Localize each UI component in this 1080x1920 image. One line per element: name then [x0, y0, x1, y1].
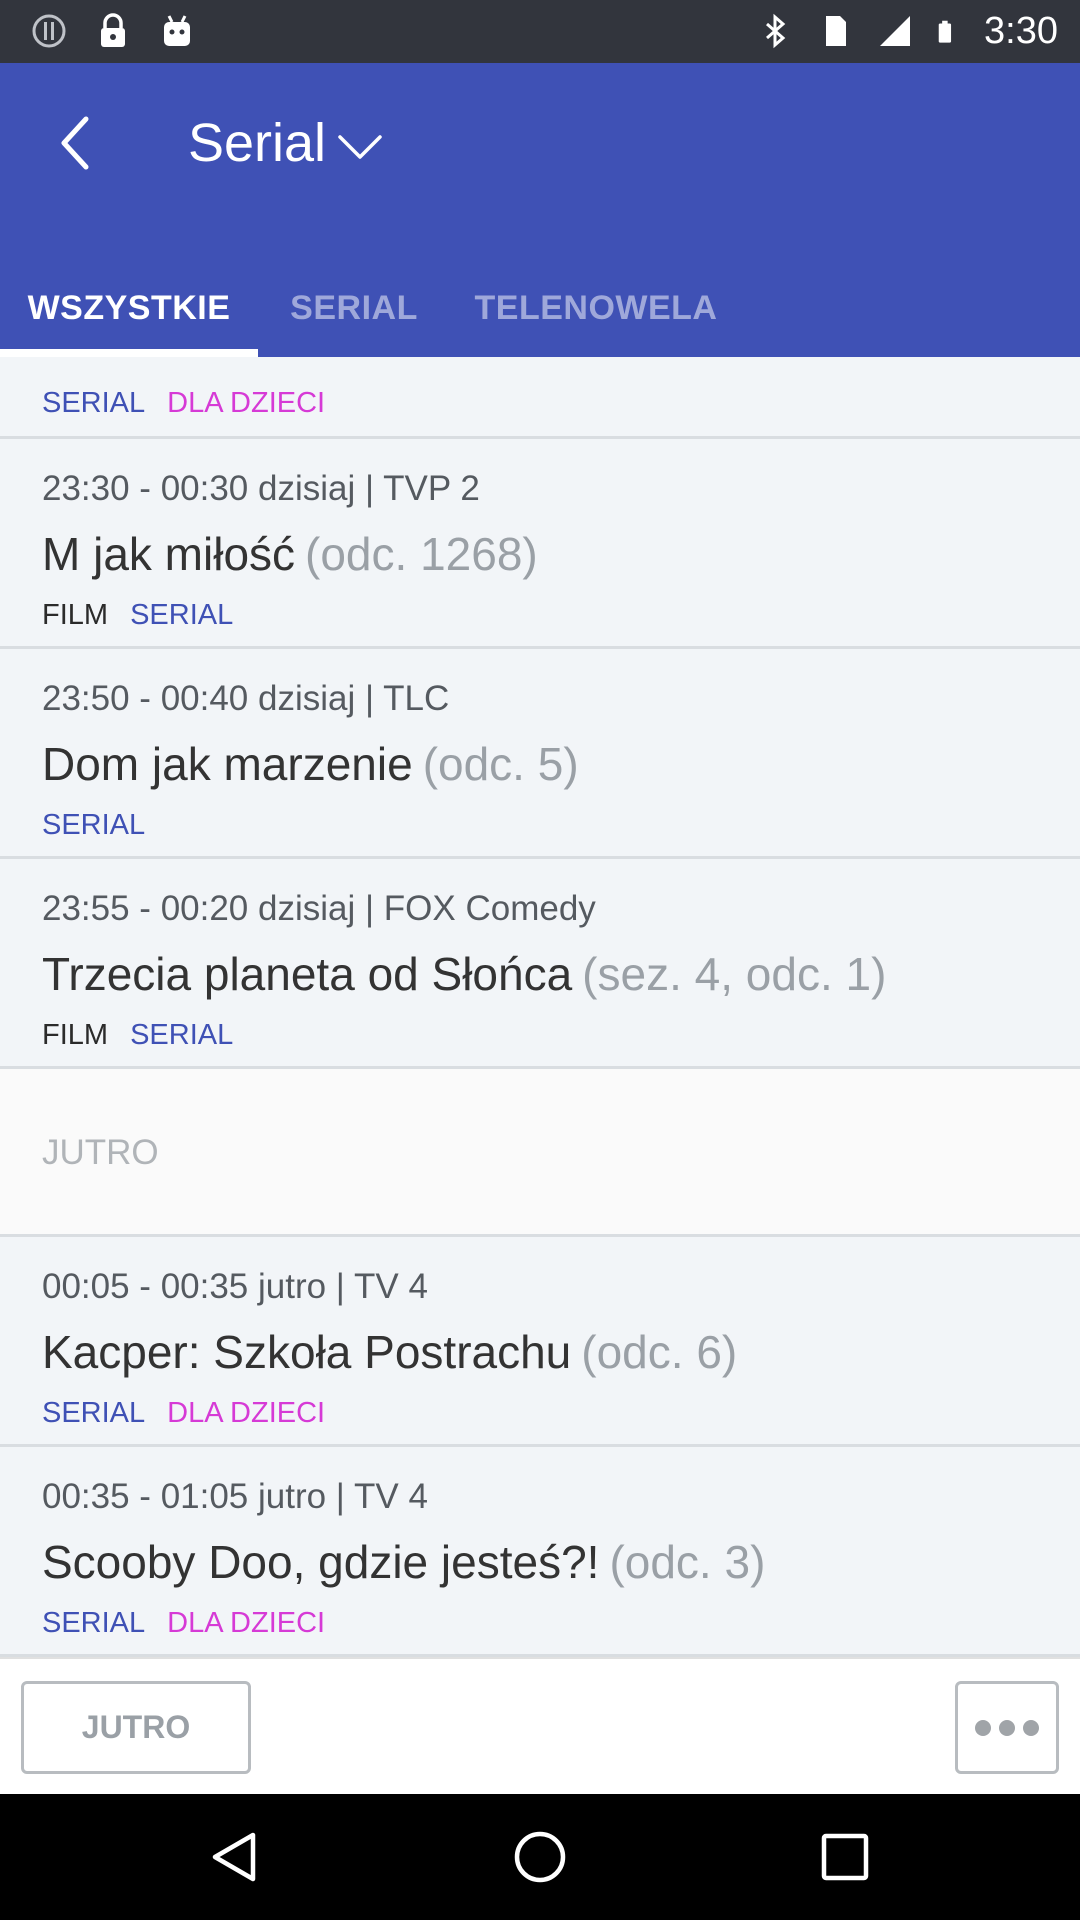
list-item[interactable]: 23:55 - 00:20 dzisiaj | FOX Comedy Trzec… — [0, 859, 1080, 1069]
program-title: Trzecia planeta od Słońca — [42, 948, 573, 1000]
more-horizontal-icon-dot — [999, 1719, 1015, 1736]
tag-dla-dzieci: DLA DZIECI — [167, 1397, 326, 1429]
program-episode: (odc. 6) — [581, 1326, 738, 1378]
program-title-line: Trzecia planeta od Słońca (sez. 4, odc. 1… — [42, 947, 886, 1001]
tag-serial: SERIAL — [42, 1397, 146, 1429]
bluetooth-icon — [766, 13, 786, 49]
tag-dla-dzieci: DLA DZIECI — [167, 387, 326, 419]
status-bar: 3:30 — [0, 0, 1080, 63]
chevron-down-icon — [338, 135, 382, 159]
status-bar-right: 3:30 — [756, 8, 1058, 54]
recents-square-icon — [821, 1833, 869, 1881]
program-episode: (odc. 1268) — [305, 528, 538, 580]
program-episode: (sez. 4, odc. 1) — [582, 948, 887, 1000]
app-bar: Serial WSZYSTKIE SERIAL TELENOWELA — [0, 63, 1080, 357]
system-nav-bar — [0, 1794, 1080, 1920]
alert-icon — [32, 14, 66, 48]
lock-icon — [101, 13, 125, 47]
tag-list: SERIAL DLA DZIECI — [42, 1607, 325, 1640]
more-button[interactable] — [955, 1681, 1059, 1774]
more-horizontal-icon — [975, 1719, 991, 1736]
program-title-line: Kacper: Szkoła Postrachu (odc. 6) — [42, 1325, 737, 1379]
tag-serial: SERIAL — [42, 1607, 146, 1639]
back-button[interactable] — [44, 103, 104, 183]
program-title: M jak miłość — [42, 528, 296, 580]
signal-icon — [880, 16, 911, 46]
tag-serial: SERIAL — [42, 809, 146, 841]
tag-list: SERIAL DLA DZIECI — [42, 1397, 325, 1430]
list-item[interactable]: 23:50 - 00:40 dzisiaj | TLC Dom jak marz… — [0, 649, 1080, 859]
nav-back-button[interactable] — [200, 1822, 270, 1892]
list-item[interactable]: 00:05 - 00:35 jutro | TV 4 Kacper: Szkoł… — [0, 1237, 1080, 1447]
program-title-line: M jak miłość (odc. 1268) — [42, 527, 538, 581]
program-time-channel: 00:35 - 01:05 jutro | TV 4 — [42, 1477, 428, 1516]
jutro-button[interactable]: JUTRO — [21, 1681, 251, 1774]
program-time-channel: 23:55 - 00:20 dzisiaj | FOX Comedy — [42, 889, 596, 928]
list-item[interactable]: 23:30 - 00:30 dzisiaj | TVP 2 M jak miło… — [0, 439, 1080, 649]
program-episode: (odc. 3) — [609, 1536, 766, 1588]
program-time-channel: 23:30 - 00:30 dzisiaj | TVP 2 — [42, 469, 480, 508]
section-header-jutro: JUTRO — [0, 1069, 1080, 1237]
program-title-line: Dom jak marzenie (odc. 5) — [42, 737, 579, 791]
back-triangle-icon — [212, 1832, 256, 1882]
tab-bar: WSZYSTKIE SERIAL TELENOWELA — [0, 259, 1080, 357]
tag-serial: SERIAL — [130, 599, 234, 631]
tab-telenowela[interactable]: TELENOWELA — [450, 259, 742, 357]
nav-recents-button[interactable] — [810, 1822, 880, 1892]
list-item[interactable]: 00:35 - 01:05 jutro | TV 4 Scooby Doo, g… — [0, 1447, 1080, 1657]
tag-list: FILM SERIAL — [42, 1019, 233, 1052]
program-time-channel: 23:50 - 00:40 dzisiaj | TLC — [42, 679, 450, 718]
nav-home-button[interactable] — [505, 1822, 575, 1892]
tag-serial: SERIAL — [130, 1019, 234, 1051]
status-bar-left — [30, 12, 196, 50]
program-title: Scooby Doo, gdzie jesteś?! — [42, 1536, 600, 1588]
list-item[interactable]: SERIAL DLA DZIECI — [0, 357, 1080, 439]
tag-list: SERIAL — [42, 809, 145, 842]
chevron-left-icon — [61, 116, 89, 170]
battery-icon — [938, 20, 952, 43]
tab-indicator — [0, 349, 258, 357]
home-circle-icon — [514, 1831, 566, 1883]
program-title: Kacper: Szkoła Postrachu — [42, 1326, 572, 1378]
tab-wszystkie[interactable]: WSZYSTKIE — [0, 259, 258, 357]
program-time-channel: 00:05 - 00:35 jutro | TV 4 — [42, 1267, 428, 1306]
tab-serial[interactable]: SERIAL — [258, 259, 450, 357]
program-episode: (odc. 5) — [422, 738, 579, 790]
bottom-action-bar: JUTRO — [0, 1657, 1080, 1794]
android-icon — [164, 15, 190, 46]
tag-list: SERIAL DLA DZIECI — [42, 387, 325, 420]
category-dropdown[interactable]: Serial — [188, 103, 384, 183]
more-horizontal-icon-dot — [1023, 1719, 1039, 1736]
program-title-line: Scooby Doo, gdzie jesteś?! (odc. 3) — [42, 1535, 765, 1589]
page-title: Serial — [188, 113, 327, 173]
program-list[interactable]: SERIAL DLA DZIECI 23:30 - 00:30 dzisiaj … — [0, 357, 1080, 1657]
status-time: 3:30 — [984, 10, 1058, 52]
tag-film: FILM — [42, 599, 109, 631]
tag-serial: SERIAL — [42, 387, 146, 419]
sim-icon — [826, 16, 847, 46]
section-label: JUTRO — [42, 1133, 159, 1172]
program-title: Dom jak marzenie — [42, 738, 413, 790]
tag-dla-dzieci: DLA DZIECI — [167, 1607, 326, 1639]
tag-list: FILM SERIAL — [42, 599, 233, 632]
tag-film: FILM — [42, 1019, 109, 1051]
